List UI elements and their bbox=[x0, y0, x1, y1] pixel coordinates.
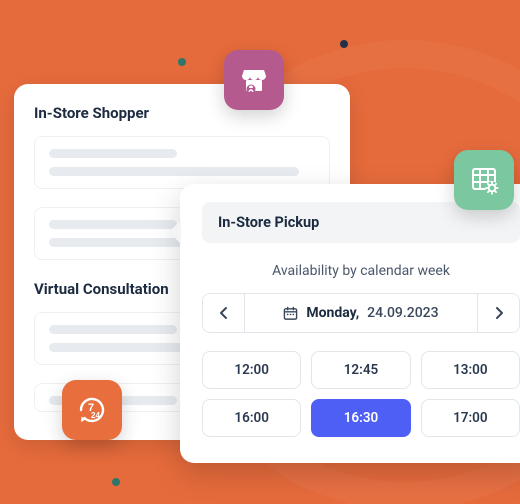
decor-dot bbox=[112, 478, 120, 486]
time-slot[interactable]: 16:30 bbox=[311, 399, 410, 437]
time-slot[interactable]: 13:00 bbox=[421, 351, 520, 389]
skeleton-line bbox=[49, 220, 177, 229]
time-slot-grid: 12:00 12:45 13:00 16:00 16:30 17:00 bbox=[202, 351, 520, 437]
next-week-button[interactable] bbox=[477, 294, 519, 332]
date-display[interactable]: Monday, 24.09.2023 bbox=[245, 294, 477, 332]
decor-dot bbox=[340, 40, 348, 48]
date-weekday: Monday, bbox=[306, 305, 359, 321]
seven-twenty-four-icon: 7 24 bbox=[62, 380, 122, 440]
date-value: 24.09.2023 bbox=[367, 305, 438, 321]
skeleton-line bbox=[49, 167, 299, 176]
time-slot[interactable]: 16:00 bbox=[202, 399, 301, 437]
pickup-scheduler-card: In-Store Pickup Availability by calendar… bbox=[180, 184, 520, 463]
calendar-icon bbox=[283, 306, 298, 321]
time-slot[interactable]: 12:00 bbox=[202, 351, 301, 389]
time-slot[interactable]: 17:00 bbox=[421, 399, 520, 437]
list-item[interactable] bbox=[34, 136, 330, 189]
skeleton-line bbox=[49, 325, 177, 334]
date-selector: Monday, 24.09.2023 bbox=[202, 293, 520, 333]
time-slot[interactable]: 12:45 bbox=[311, 351, 410, 389]
skeleton-line bbox=[49, 149, 177, 158]
availability-label: Availability by calendar week bbox=[202, 263, 520, 279]
svg-text:24: 24 bbox=[91, 411, 100, 420]
prev-week-button[interactable] bbox=[203, 294, 245, 332]
decor-dot bbox=[178, 58, 186, 66]
section-title: In-Store Shopper bbox=[34, 104, 330, 122]
store-icon bbox=[224, 50, 284, 110]
grid-settings-icon bbox=[454, 150, 514, 210]
